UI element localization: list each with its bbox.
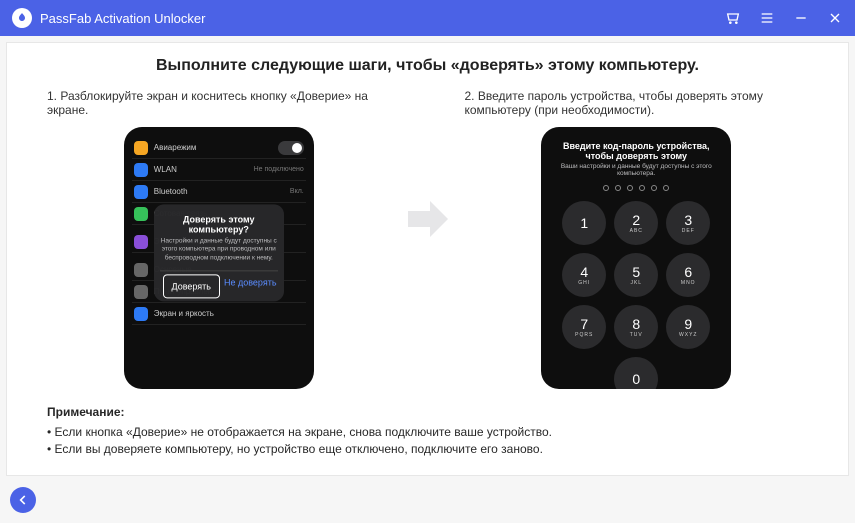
- row-airplane: Авиарежим: [154, 143, 272, 152]
- notes-bullet-1: • Если кнопка «Доверие» не отображается …: [47, 425, 808, 439]
- key-0: 0: [614, 357, 658, 389]
- dont-trust-button: Не доверять: [223, 271, 278, 301]
- key-2: 2ABC: [614, 201, 658, 245]
- page-title: Выполните следующие шаги, чтобы «доверят…: [47, 57, 808, 75]
- keypad: 1 2ABC 3DEF 4GHI 5JKL 6MNO 7PQRS 8TUV 9W…: [549, 201, 723, 389]
- row-display: Экран и яркость: [154, 309, 304, 318]
- back-button[interactable]: [10, 487, 36, 513]
- key-1: 1: [562, 201, 606, 245]
- trust-dialog-title: Доверять этому компьютеру?: [160, 214, 278, 234]
- key-6: 6MNO: [666, 253, 710, 297]
- titlebar: PassFab Activation Unlocker: [0, 0, 855, 36]
- steps-row: 1. Разблокируйте экран и коснитесь кнопк…: [47, 89, 808, 389]
- trust-dialog: Доверять этому компьютеру? Настройки и д…: [154, 204, 284, 301]
- notes-header: Примечание:: [47, 405, 808, 419]
- close-icon[interactable]: [827, 10, 843, 26]
- menu-icon[interactable]: [759, 10, 775, 26]
- step-1-text: 1. Разблокируйте экран и коснитесь кнопк…: [47, 89, 391, 119]
- minimize-icon[interactable]: [793, 10, 809, 26]
- step-2-text: 2. Введите пароль устройства, чтобы дове…: [465, 89, 809, 119]
- row-wlan: WLAN: [154, 165, 248, 174]
- notes: Примечание: • Если кнопка «Доверие» не о…: [47, 405, 808, 456]
- row-bt: Bluetooth: [154, 187, 284, 196]
- key-8: 8TUV: [614, 305, 658, 349]
- phone-mock-1: Авиарежим WLANНе подключено BluetoothВкл…: [124, 127, 314, 389]
- notes-bullet-2: • Если вы доверяете компьютеру, но устро…: [47, 442, 808, 456]
- key-9: 9WXYZ: [666, 305, 710, 349]
- app-title: PassFab Activation Unlocker: [40, 11, 725, 26]
- step-1: 1. Разблокируйте экран и коснитесь кнопк…: [47, 89, 391, 389]
- passcode-line3: Ваши настройки и данные будут доступны с…: [549, 163, 723, 177]
- passcode-line2: чтобы доверять этому: [549, 151, 723, 161]
- phone-mock-2: Введите код-пароль устройства, чтобы дов…: [541, 127, 731, 389]
- passcode-line1: Введите код-пароль устройства,: [549, 141, 723, 151]
- arrow-icon: [401, 199, 455, 239]
- step-2: 2. Введите пароль устройства, чтобы дове…: [465, 89, 809, 389]
- passcode-dots: [549, 185, 723, 191]
- key-3: 3DEF: [666, 201, 710, 245]
- app-logo: [12, 8, 32, 28]
- cart-icon[interactable]: [725, 10, 741, 26]
- key-4: 4GHI: [562, 253, 606, 297]
- window-controls: [725, 10, 843, 26]
- trust-dialog-body: Настройки и данные будут доступны с этог…: [160, 237, 278, 262]
- trust-button: Доверять: [163, 274, 220, 298]
- toggle-icon: [278, 141, 304, 155]
- key-5: 5JKL: [614, 253, 658, 297]
- content-panel: Выполните следующие шаги, чтобы «доверят…: [6, 42, 849, 476]
- key-7: 7PQRS: [562, 305, 606, 349]
